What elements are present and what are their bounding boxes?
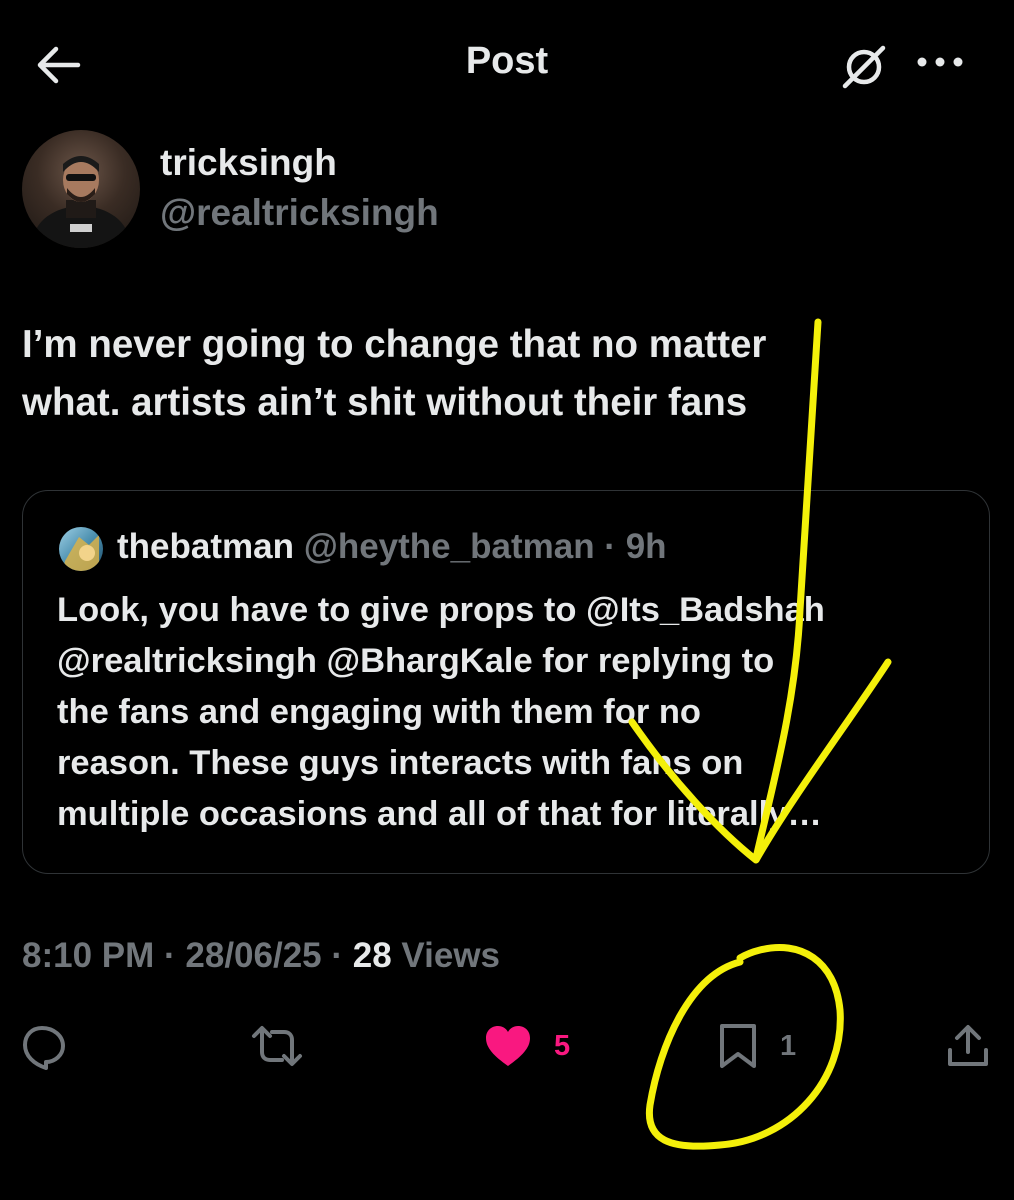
separator-dot: · [321,936,353,975]
bookmark-count: 1 [780,1029,797,1062]
quoted-text-line: reason. These guys interacts with fans o… [57,744,744,782]
author-handle[interactable]: @realtricksingh [160,192,439,234]
bookmark-icon [720,1024,756,1068]
avatar-image [33,156,129,248]
quoted-author-name: thebatman [117,527,294,566]
quoted-post-text: Look, you have to give props to @Its_Bad… [57,585,967,840]
author-name[interactable]: tricksingh [160,142,337,184]
repost-icon [252,1026,302,1066]
post-text: I’m never going to change that no matter… [22,316,982,432]
quoted-post[interactable]: thebatman @heythe_batman · 9h Look, you … [22,490,990,874]
heart-icon [486,1026,530,1066]
grok-button[interactable] [838,40,890,92]
share-button[interactable] [944,1020,992,1072]
views-label[interactable]: Views [392,936,500,975]
post-date: 28/06/25 [185,936,322,975]
reply-icon [23,1026,65,1070]
like-count: 5 [554,1029,571,1062]
grok-icon [842,45,886,89]
like-button[interactable]: 5 [484,1020,570,1072]
reply-button[interactable] [20,1020,68,1072]
post-text-line: what. artists ain’t shit without their f… [22,381,748,424]
quoted-text-line: multiple occasions and all of that for l… [57,795,822,833]
author-avatar[interactable] [22,130,140,248]
post-metadata: 8:10 PM · 28/06/25 · 28 Views [22,936,500,976]
share-icon [948,1025,988,1066]
quoted-header: thebatman @heythe_batman · 9h [117,527,667,567]
quoted-text-line: the fans and engaging with them for no [57,693,701,731]
quoted-text-line: Look, you have to give props to @Its_Bad… [57,591,825,629]
post-text-line: I’m never going to change that no matter [22,323,767,366]
more-button[interactable] [912,40,968,86]
separator-dot: · [154,936,186,975]
post-detail-screen: Post tricksingh @realtricksingh I’m neve… [0,0,1014,1200]
top-bar: Post [0,0,1014,122]
quoted-text-line: @realtricksingh @BhargKale for replying … [57,642,775,680]
views-count[interactable]: 28 [353,936,392,975]
repost-button[interactable] [250,1020,304,1072]
quoted-author-handle: @heythe_batman [303,527,595,566]
quoted-post-time: 9h [625,527,667,566]
post-time: 8:10 PM [22,936,155,975]
quoted-author-avatar [59,527,103,571]
separator-dot: · [594,527,626,566]
avatar-image [63,535,99,571]
bookmark-button[interactable]: 1 [718,1020,796,1072]
more-horizontal-icon [917,57,963,67]
